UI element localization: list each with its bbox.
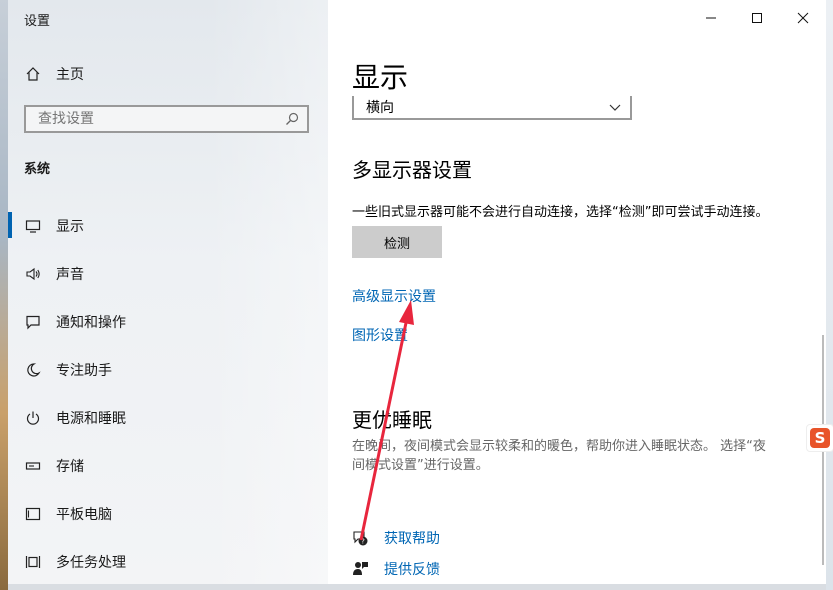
sidebar-item-label: 主页	[56, 67, 84, 83]
sidebar-item-label: 显示	[56, 219, 84, 235]
moon-icon	[24, 361, 42, 379]
feedback-label: 提供反馈	[384, 562, 440, 578]
minimize-icon	[706, 17, 716, 19]
ime-badge: S	[810, 428, 830, 448]
sidebar-item-label: 电源和睡眠	[56, 411, 126, 427]
page-title: 显示	[352, 61, 409, 94]
section-label-system: 系统	[24, 162, 51, 177]
search-box[interactable]	[24, 105, 309, 133]
sidebar-item-storage[interactable]: 存储	[8, 446, 328, 486]
monitor-icon	[24, 217, 42, 235]
sidebar-item-label: 存储	[56, 459, 84, 475]
sidebar-item-tablet[interactable]: 平板电脑	[8, 494, 328, 534]
multitask-icon	[24, 553, 42, 571]
sidebar-item-label: 声音	[56, 267, 84, 283]
sidebar-item-label: 专注助手	[56, 363, 112, 379]
orientation-dropdown[interactable]: 横向	[352, 96, 632, 120]
multi-display-heading: 多显示器设置	[352, 158, 472, 182]
storage-icon	[24, 457, 42, 475]
minimize-button[interactable]	[688, 6, 734, 30]
chevron-down-icon	[609, 104, 621, 111]
better-sleep-description: 在晚间，夜间模式会显示较柔和的暖色，帮助你进入睡眠状态。 选择“夜 间模式设置”…	[352, 437, 802, 475]
feedback-icon	[353, 562, 368, 575]
search-input[interactable]	[36, 110, 280, 128]
sidebar-item-label: 多任务处理	[56, 555, 126, 571]
sidebar-item-multitasking[interactable]: 多任务处理	[8, 542, 328, 582]
home-icon	[24, 65, 42, 83]
sidebar-item-sound[interactable]: 声音	[8, 254, 328, 294]
settings-window: 设置 主页 系统 显示 声音	[8, 0, 826, 584]
main-content: 显示 横向 多显示器设置 一些旧式显示器可能不会进行自动连接，选择“检测”即可尝…	[328, 0, 826, 584]
sidebar-item-home[interactable]: 主页	[8, 54, 328, 94]
power-icon	[24, 409, 42, 427]
maximize-icon	[752, 13, 762, 23]
svg-text:?: ?	[361, 538, 365, 546]
active-indicator	[8, 212, 12, 238]
sidebar-item-label: 平板电脑	[56, 507, 112, 523]
sidebar-item-display[interactable]: 显示	[8, 206, 328, 246]
sidebar-item-focus-assist[interactable]: 专注助手	[8, 350, 328, 390]
sleep-description-line: 间模式设置”进行设置。	[352, 458, 489, 473]
search-icon[interactable]	[285, 112, 299, 126]
graphics-settings-link[interactable]: 图形设置	[352, 325, 408, 345]
sidebar: 设置 主页 系统 显示 声音	[8, 0, 328, 584]
get-help-link[interactable]: ? 获取帮助	[352, 528, 440, 548]
get-help-label: 获取帮助	[384, 531, 440, 547]
better-sleep-heading: 更优睡眠	[352, 408, 432, 432]
notification-icon	[24, 313, 42, 331]
speaker-icon	[24, 265, 42, 283]
detect-button[interactable]: 检测	[352, 226, 442, 258]
help-chat-icon: ?	[353, 531, 368, 546]
advanced-display-settings-link[interactable]: 高级显示设置	[352, 286, 436, 306]
desktop-background-right	[826, 0, 833, 590]
multi-display-description: 一些旧式显示器可能不会进行自动连接，选择“检测”即可尝试手动连接。	[352, 205, 769, 220]
feedback-link[interactable]: 提供反馈	[352, 559, 440, 579]
close-button[interactable]	[780, 6, 826, 30]
orientation-value: 横向	[366, 100, 394, 116]
ime-indicator[interactable]: S	[806, 424, 833, 452]
maximize-button[interactable]	[734, 6, 780, 30]
sidebar-item-label: 通知和操作	[56, 315, 126, 331]
app-title: 设置	[24, 14, 51, 29]
sidebar-item-notifications[interactable]: 通知和操作	[8, 302, 328, 342]
desktop-background-left	[0, 0, 8, 590]
tablet-icon	[24, 505, 42, 523]
sleep-description-line: 在晚间，夜间模式会显示较柔和的暖色，帮助你进入睡眠状态。 选择“夜	[352, 439, 766, 454]
close-icon	[797, 12, 809, 24]
sidebar-item-power-sleep[interactable]: 电源和睡眠	[8, 398, 328, 438]
